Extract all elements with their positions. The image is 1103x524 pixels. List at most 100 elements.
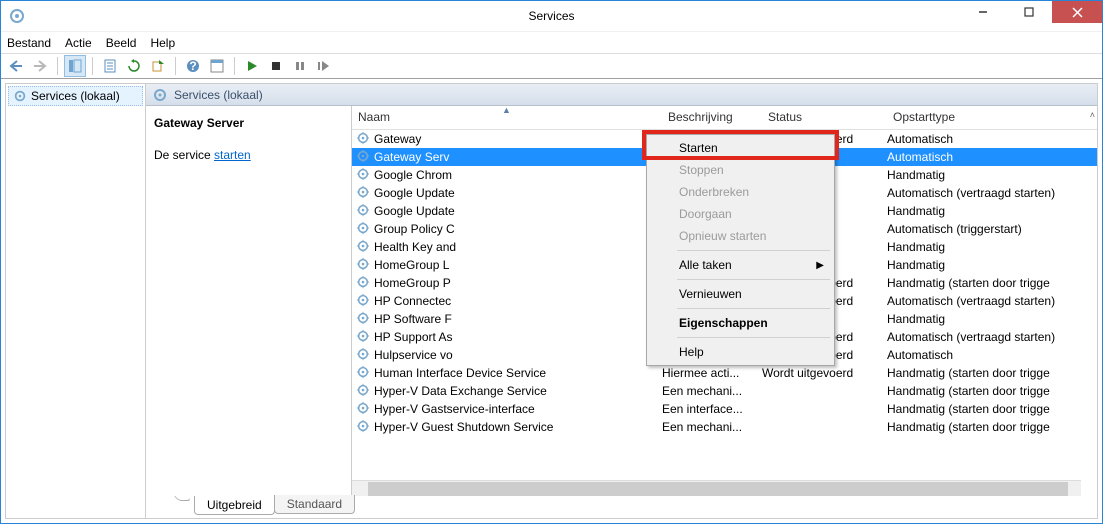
minimize-button[interactable] <box>960 1 1006 23</box>
close-button[interactable] <box>1052 1 1102 23</box>
column-headers: Naam▲ Beschrijving Status Opstarttype ˄ <box>352 106 1097 130</box>
service-startup-type: Handmatig <box>887 258 1097 272</box>
back-button[interactable] <box>5 55 27 77</box>
table-row[interactable]: Hyper-V Data Exchange Service Een mechani… <box>352 382 1097 400</box>
service-startup-type: Handmatig (starten door trigge <box>887 276 1097 290</box>
service-status: Wordt uitgevoerd <box>762 366 887 380</box>
toolbar: ? <box>1 53 1102 79</box>
service-description: Een mechani... <box>662 384 762 398</box>
service-action-line: De service starten <box>154 148 343 162</box>
service-startup-type: Automatisch <box>887 132 1097 146</box>
titlebar: Services <box>1 1 1102 31</box>
tab-standaard[interactable]: Standaard <box>274 495 355 514</box>
service-startup-type: Handmatig <box>887 240 1097 254</box>
restart-service-button[interactable] <box>313 55 335 77</box>
service-startup-type: Handmatig <box>887 312 1097 326</box>
table-row[interactable]: Hyper-V Guest Shutdown Service Een mechan… <box>352 418 1097 436</box>
ctx-item-starten[interactable]: Starten <box>649 137 832 159</box>
service-startup-type: Automatisch (vertraagd starten) <box>887 294 1097 308</box>
service-name: Hyper-V Gastservice-interface <box>374 402 535 416</box>
action-pane-button[interactable] <box>206 55 228 77</box>
gear-icon <box>356 401 370 418</box>
service-name: Health Key and <box>374 240 456 254</box>
right-pane: Services (lokaal) Gateway Server De serv… <box>146 84 1097 518</box>
gear-icon <box>356 203 370 220</box>
gear-icon <box>356 131 370 148</box>
service-name: HomeGroup P <box>374 276 451 290</box>
service-description: Een mechani... <box>662 420 762 434</box>
col-header-name[interactable]: Naam▲ <box>352 106 662 129</box>
gear-icon <box>356 167 370 184</box>
menubar: Bestand Actie Beeld Help <box>1 31 1102 53</box>
gear-icon <box>356 329 370 346</box>
menu-beeld[interactable]: Beeld <box>106 36 137 50</box>
service-name: Human Interface Device Service <box>374 366 546 380</box>
menu-help[interactable]: Help <box>150 36 175 50</box>
gear-icon <box>13 89 27 103</box>
table-row[interactable]: Hyper-V Gastservice-interface Een interfa… <box>352 400 1097 418</box>
ctx-item-alle-taken[interactable]: Alle taken▶ <box>649 254 832 276</box>
tab-fold <box>174 496 192 501</box>
tab-uitgebreid[interactable]: Uitgebreid <box>194 496 275 515</box>
forward-button[interactable] <box>29 55 51 77</box>
gear-icon <box>356 365 370 382</box>
service-name: Hyper-V Data Exchange Service <box>374 384 547 398</box>
service-name: Hyper-V Guest Shutdown Service <box>374 420 553 434</box>
menu-bestand[interactable]: Bestand <box>7 36 51 50</box>
ctx-item-help[interactable]: Help <box>649 341 832 363</box>
service-name: Gateway <box>374 132 421 146</box>
col-header-status[interactable]: Status <box>762 106 887 129</box>
service-description: Een interface... <box>662 402 762 416</box>
tree-pane: Services (lokaal) <box>6 84 146 518</box>
table-row[interactable]: Human Interface Device Service Hiermee ac… <box>352 364 1097 382</box>
service-startup-type: Handmatig (starten door trigge <box>887 402 1097 416</box>
show-hide-tree-button[interactable] <box>64 55 86 77</box>
ctx-item-onderbreken: Onderbreken <box>649 181 832 203</box>
service-startup-type: Automatisch <box>887 348 1097 362</box>
col-header-description[interactable]: Beschrijving <box>662 106 762 129</box>
gear-icon <box>356 239 370 256</box>
service-startup-type: Handmatig <box>887 204 1097 218</box>
ctx-item-opnieuw-starten: Opnieuw starten <box>649 225 832 247</box>
gear-icon <box>356 293 370 310</box>
service-name: Hulpservice vo <box>374 348 453 362</box>
app-icon <box>9 8 25 24</box>
ctx-item-eigenschappen[interactable]: Eigenschappen <box>649 312 832 334</box>
gear-icon <box>356 311 370 328</box>
tree-root-services[interactable]: Services (lokaal) <box>8 86 143 106</box>
service-description: Hiermee acti... <box>662 366 762 380</box>
start-service-button[interactable] <box>241 55 263 77</box>
properties-button[interactable] <box>99 55 121 77</box>
pane-header: Services (lokaal) <box>146 84 1097 106</box>
chevron-right-icon: ▶ <box>816 260 824 271</box>
help-button[interactable]: ? <box>182 55 204 77</box>
service-startup-type: Automatisch (vertraagd starten) <box>887 186 1097 200</box>
service-name: Gateway Serv <box>374 150 449 164</box>
service-name: Google Update <box>374 186 455 200</box>
pause-service-button[interactable] <box>289 55 311 77</box>
col-header-startup[interactable]: Opstarttype <box>887 106 1097 129</box>
menu-actie[interactable]: Actie <box>65 36 92 50</box>
detail-pane: Gateway Server De service starten <box>146 106 352 496</box>
ctx-item-stoppen: Stoppen <box>649 159 832 181</box>
stop-service-button[interactable] <box>265 55 287 77</box>
horizontal-scrollbar[interactable] <box>352 480 1081 496</box>
window-title: Services <box>528 9 574 23</box>
gear-icon <box>356 275 370 292</box>
tree-root-label: Services (lokaal) <box>31 89 120 103</box>
service-startup-type: Handmatig (starten door trigge <box>887 366 1097 380</box>
service-startup-type: Handmatig (starten door trigge <box>887 420 1097 434</box>
export-button[interactable] <box>147 55 169 77</box>
service-name: HP Software F <box>374 312 452 326</box>
service-name: Google Chrom <box>374 168 452 182</box>
maximize-button[interactable] <box>1006 1 1052 23</box>
ctx-item-vernieuwen[interactable]: Vernieuwen <box>649 283 832 305</box>
bottom-tabs: Uitgebreid Standaard <box>146 496 1097 518</box>
refresh-button[interactable] <box>123 55 145 77</box>
context-menu: StartenStoppenOnderbrekenDoorgaanOpnieuw… <box>646 134 835 366</box>
start-service-link[interactable]: starten <box>214 148 251 162</box>
chevron-up-icon: ˄ <box>1090 110 1095 120</box>
service-startup-type: Automatisch <box>887 150 1097 164</box>
selected-service-name: Gateway Server <box>154 116 343 130</box>
gear-icon <box>356 221 370 238</box>
